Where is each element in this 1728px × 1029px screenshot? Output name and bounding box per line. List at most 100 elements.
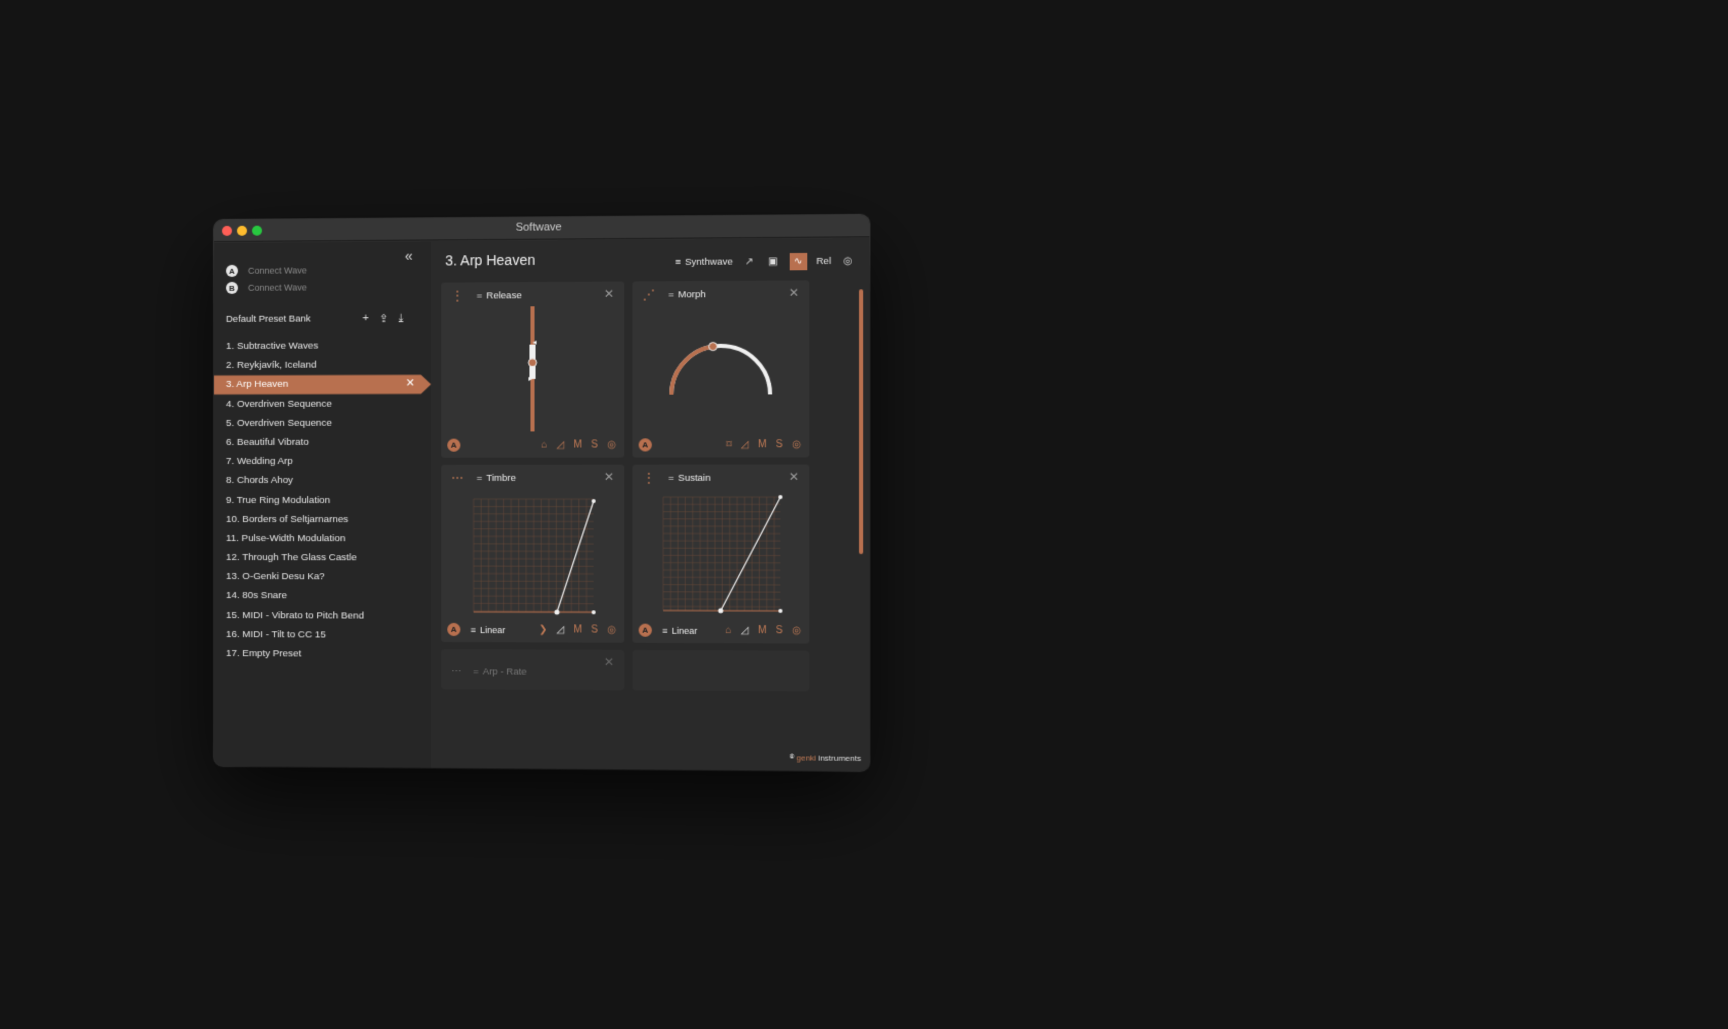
- horizontal-dots-icon[interactable]: ⋯: [451, 471, 464, 485]
- mute-button[interactable]: M: [758, 439, 767, 450]
- timbre-curve-graph[interactable]: [472, 495, 598, 616]
- bookmark-icon[interactable]: ⌂: [725, 625, 731, 636]
- preset-item[interactable]: 12. Through The Glass Castle: [214, 548, 431, 568]
- curve-icon[interactable]: ◿: [556, 439, 564, 450]
- preset-bank-title: Default Preset Bank: [225, 313, 311, 325]
- preset-item[interactable]: 1. Subtractive Waves: [214, 336, 431, 356]
- midi-icon[interactable]: ◎: [607, 439, 616, 450]
- preset-item[interactable]: 3. Arp Heaven ✕: [214, 375, 431, 395]
- drag-handle-icon[interactable]: =: [668, 472, 674, 483]
- tag-icon[interactable]: ⌑: [726, 439, 731, 450]
- preset-item[interactable]: 11. Pulse-Width Modulation: [214, 529, 431, 549]
- rel-toggle[interactable]: Rel: [816, 256, 831, 267]
- preset-item[interactable]: 15. MIDI - Vibrato to Pitch Bend: [214, 606, 431, 626]
- arc-track: [671, 346, 770, 395]
- preset-item[interactable]: 6. Beautiful Vibrato: [214, 433, 431, 453]
- preset-item[interactable]: 14. 80s Snare: [214, 586, 431, 606]
- curve-grid: [663, 497, 780, 611]
- curve-point[interactable]: [778, 608, 783, 613]
- download-icon[interactable]: ⤓: [398, 312, 403, 325]
- sidebar: « A Connect Wave B Connect Wave Default …: [214, 241, 432, 768]
- mute-button[interactable]: M: [573, 624, 582, 635]
- main-panel: 3. Arp Heaven ≡ Synthwave ↗ ▣ ∿ Rel ◎ ⋮ …: [431, 238, 870, 772]
- curve-point[interactable]: [554, 609, 560, 615]
- solo-button[interactable]: S: [591, 439, 598, 450]
- morph-arc[interactable]: [663, 331, 778, 402]
- curve-type-label[interactable]: Linear: [480, 625, 505, 635]
- midi-icon[interactable]: ◎: [607, 624, 616, 635]
- curve-point[interactable]: [591, 499, 596, 504]
- drag-handle-icon[interactable]: =: [477, 472, 483, 483]
- window-title: Softwave: [515, 221, 562, 234]
- solo-button[interactable]: S: [776, 439, 783, 450]
- save-icon[interactable]: ▣: [766, 255, 780, 269]
- preset-label: 2. Reykjavík, Iceland: [225, 359, 317, 372]
- synth-label[interactable]: Synthwave: [685, 256, 733, 267]
- preset-label: 3. Arp Heaven: [225, 379, 289, 391]
- toolbar: ≡ Synthwave ↗ ▣ ∿ Rel ◎: [675, 252, 855, 271]
- preset-item[interactable]: 2. Reykjavík, Iceland: [214, 355, 431, 375]
- close-icon[interactable]: ✕: [789, 286, 799, 300]
- sustain-curve-graph[interactable]: [661, 493, 789, 615]
- drag-handle-icon[interactable]: =: [668, 289, 674, 300]
- close-icon[interactable]: ✕: [789, 470, 799, 484]
- scrollbar[interactable]: [859, 289, 864, 555]
- connect-wave-b[interactable]: B Connect Wave: [225, 281, 307, 294]
- midi-icon[interactable]: ◎: [792, 439, 801, 450]
- vertical-dots-icon[interactable]: ⋮: [643, 471, 656, 485]
- wave-mode-icon[interactable]: ∿: [789, 252, 807, 271]
- curve-point[interactable]: [718, 608, 724, 614]
- midi-icon[interactable]: ◎: [792, 625, 801, 636]
- sustain-footer: A ≡ Linear ⌂ ◿ M S ◎: [638, 623, 801, 638]
- preset-item[interactable]: 9. True Ring Modulation: [214, 490, 431, 509]
- preset-item[interactable]: 8. Chords Ahoy: [214, 471, 431, 490]
- external-link-icon[interactable]: ↗: [742, 255, 756, 269]
- curve-icon[interactable]: ◿: [741, 439, 749, 450]
- bookmark-icon[interactable]: ⌂: [541, 439, 547, 450]
- fader-handle[interactable]: [528, 359, 536, 367]
- curve-point[interactable]: [591, 610, 596, 615]
- vertical-dots-icon[interactable]: ⋮: [451, 289, 464, 303]
- close-icon[interactable]: ✕: [604, 470, 614, 484]
- midi-icon[interactable]: ◎: [840, 254, 855, 268]
- dots-icon[interactable]: ⋰: [643, 287, 656, 301]
- connect-wave-a[interactable]: A Connect Wave: [225, 264, 307, 277]
- add-preset-button[interactable]: +: [362, 312, 368, 325]
- close-icon[interactable]: ✕: [604, 655, 614, 669]
- horizontal-dots-icon[interactable]: ⋯: [451, 666, 461, 677]
- double-chevron-left-icon[interactable]: «: [405, 248, 413, 264]
- mute-button[interactable]: M: [758, 625, 767, 636]
- preset-item[interactable]: 7. Wedding Arp: [214, 452, 431, 471]
- close-icon[interactable]: ✕: [604, 287, 614, 301]
- preset-item[interactable]: 17. Empty Preset: [214, 644, 431, 664]
- preset-item[interactable]: 5. Overdriven Sequence: [214, 413, 431, 433]
- preset-label: 12. Through The Glass Castle: [225, 552, 357, 564]
- preset-item[interactable]: 16. MIDI - Tilt to CC 15: [214, 625, 431, 645]
- share-icon[interactable]: ⇪: [379, 312, 388, 325]
- mute-button[interactable]: M: [573, 439, 582, 450]
- curve-icon[interactable]: ◿: [556, 624, 564, 635]
- curve-icon[interactable]: ◿: [741, 625, 749, 636]
- preset-label: 7. Wedding Arp: [225, 456, 293, 468]
- preset-label: 13. O-Genki Desu Ka?: [225, 571, 325, 583]
- wave-a-badge[interactable]: A: [447, 622, 461, 637]
- wave-a-badge[interactable]: A: [638, 623, 652, 637]
- preset-item[interactable]: 10. Borders of Seltjarnarnes: [214, 510, 431, 529]
- arc-handle[interactable]: [709, 342, 717, 350]
- preset-item[interactable]: 13. O-Genki Desu Ka?: [214, 567, 431, 587]
- curve-type-label[interactable]: Linear: [672, 625, 698, 635]
- drag-handle-icon[interactable]: =: [477, 290, 483, 301]
- drag-handle-icon[interactable]: =: [473, 666, 479, 677]
- wave-a-badge[interactable]: A: [638, 438, 652, 452]
- solo-button[interactable]: S: [591, 624, 598, 635]
- curve-point[interactable]: [778, 495, 783, 500]
- preset-label: 15. MIDI - Vibrato to Pitch Bend: [225, 609, 365, 622]
- preset-item[interactable]: 4. Overdriven Sequence: [214, 394, 431, 414]
- chevron-right-icon[interactable]: ❯: [539, 624, 548, 635]
- solo-button[interactable]: S: [776, 625, 783, 636]
- preset-label: 4. Overdriven Sequence: [225, 398, 332, 410]
- wave-a-badge[interactable]: A: [447, 438, 461, 452]
- close-icon[interactable]: ✕: [406, 375, 415, 394]
- release-fader[interactable]: [522, 306, 542, 432]
- timbre-label: Timbre: [486, 472, 517, 484]
